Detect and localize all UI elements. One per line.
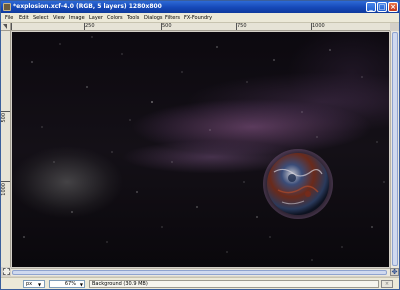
star-field (23, 36, 385, 261)
close-button[interactable]: × (388, 2, 398, 12)
vertical-scrollbar[interactable] (390, 31, 399, 268)
menu-layer[interactable]: Layer (89, 15, 103, 21)
space-scene (23, 36, 385, 261)
menu-dialogs[interactable]: Dialogs (144, 15, 163, 21)
gimp-image-window: *explosion.xcf-4.0 (RGB, 5 layers) 1280x… (0, 0, 400, 290)
chevron-down-icon: ▼ (79, 282, 83, 287)
menu-file[interactable]: File (5, 15, 13, 21)
zoom-value: 67% (64, 281, 76, 287)
planet (267, 153, 329, 215)
ruler-tick (11, 23, 12, 30)
menu-bar: File Edit Select View Image Layer Colors… (1, 13, 399, 23)
horizontal-scrollbar[interactable] (11, 268, 390, 276)
ruler-label: 750 (237, 23, 247, 29)
menu-select[interactable]: Select (33, 15, 48, 21)
ruler-tick (1, 111, 10, 112)
menu-tools[interactable]: Tools (127, 15, 139, 21)
menu-filters[interactable]: Filters (165, 15, 180, 21)
minimize-button[interactable]: _ (366, 2, 376, 12)
unit-value: px (26, 281, 33, 287)
menu-view[interactable]: View (53, 15, 65, 21)
pointer-coordinates (4, 280, 20, 288)
ruler-label: 1000 (1, 183, 7, 196)
chevron-down-icon: ▼ (38, 282, 42, 287)
vertical-scrollbar-thumb[interactable] (392, 32, 398, 266)
ruler-label: 250 (85, 23, 95, 29)
image-canvas[interactable] (12, 32, 389, 267)
menu-edit[interactable]: Edit (19, 15, 29, 21)
menu-fx-foundry[interactable]: FX-Foundry (184, 15, 212, 21)
ruler-label: 500 (1, 113, 7, 123)
ruler-tick (1, 181, 10, 182)
cancel-button[interactable]: × (381, 280, 393, 288)
horizontal-ruler[interactable]: 250 500 750 1000 (11, 23, 390, 31)
gimp-app-icon[interactable] (3, 3, 11, 11)
menu-colors[interactable]: Colors (107, 15, 123, 21)
ruler-label: 1000 (312, 23, 325, 29)
unit-select[interactable]: px ▼ (23, 280, 45, 288)
status-message: Background (30.9 MB) (89, 280, 379, 288)
maximize-button[interactable]: □ (377, 2, 387, 12)
quick-mask-toggle[interactable] (3, 268, 10, 275)
vertical-ruler[interactable]: 500 1000 (1, 31, 11, 267)
status-bar: px ▼ 67% ▼ Background (30.9 MB) × (1, 277, 399, 289)
zoom-select[interactable]: 67% ▼ (49, 280, 85, 288)
horizontal-scrollbar-thumb[interactable] (12, 270, 387, 275)
navigate-icon[interactable]: ✥ (390, 268, 399, 276)
ruler-label: 500 (162, 23, 172, 29)
title-bar[interactable]: *explosion.xcf-4.0 (RGB, 5 layers) 1280x… (1, 1, 399, 13)
window-title: *explosion.xcf-4.0 (RGB, 5 layers) 1280x… (13, 3, 162, 10)
menu-image[interactable]: Image (69, 15, 85, 21)
ruler-corner-menu-button[interactable] (1, 23, 11, 31)
